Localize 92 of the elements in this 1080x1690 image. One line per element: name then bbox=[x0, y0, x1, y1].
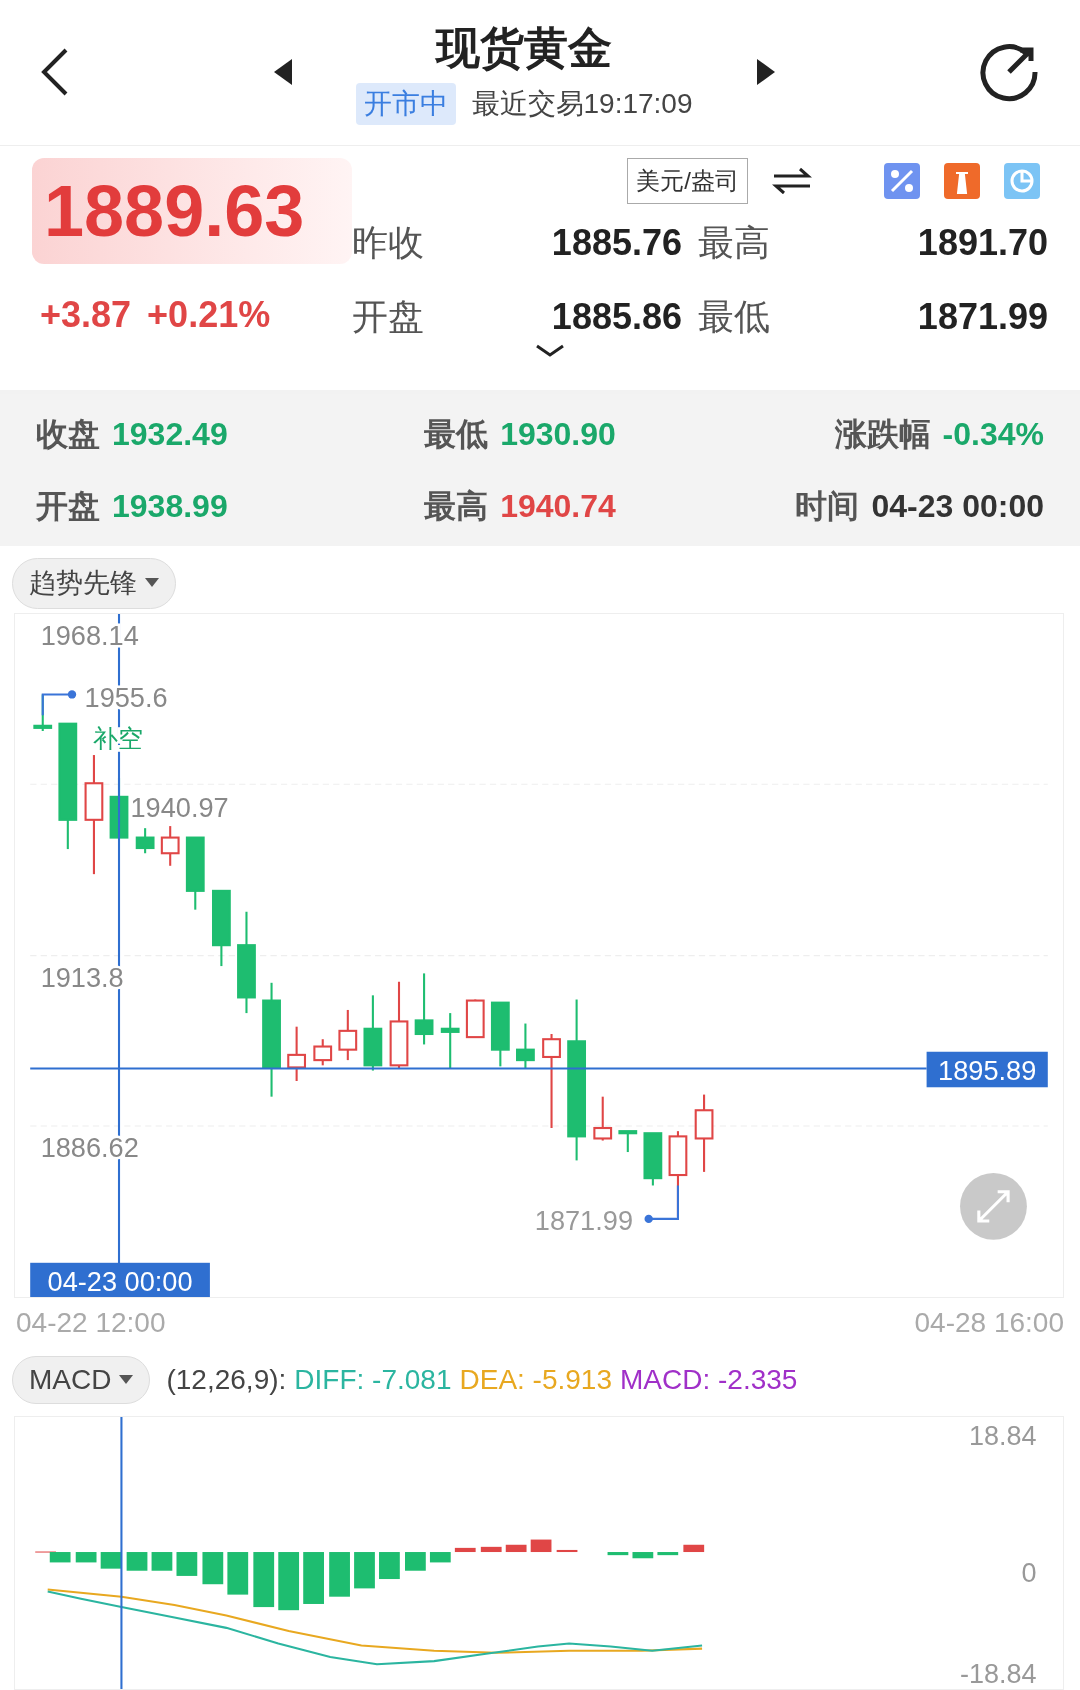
candle bbox=[440, 1012, 460, 1069]
histogram-bar bbox=[354, 1551, 375, 1589]
candle bbox=[313, 1038, 333, 1065]
stat-label: 最高 bbox=[697, 220, 771, 265]
percent-icon[interactable] bbox=[884, 162, 920, 199]
candle bbox=[135, 827, 155, 853]
price-card: 1889.63 bbox=[32, 157, 352, 264]
stat-value: 1885.86 bbox=[550, 294, 682, 339]
info-label: 最高 bbox=[424, 487, 489, 527]
candle bbox=[516, 1023, 535, 1069]
histogram-bar bbox=[454, 1547, 476, 1552]
unit-toggle[interactable]: 美元/盎司 bbox=[627, 157, 748, 204]
back-icon[interactable] bbox=[40, 47, 70, 98]
low-marker-line bbox=[644, 1185, 679, 1223]
histogram-bar bbox=[556, 1549, 578, 1552]
macd-dropdown[interactable]: MACD bbox=[12, 1355, 151, 1404]
low-price-label: 1871.99 bbox=[534, 1205, 633, 1236]
candle bbox=[414, 973, 434, 1045]
histogram-bar bbox=[480, 1546, 502, 1552]
candle bbox=[287, 1026, 307, 1081]
histogram-bar bbox=[75, 1551, 97, 1563]
stat-value: 1885.76 bbox=[550, 220, 682, 265]
macd-value: DIFF: -7.081 bbox=[294, 1362, 452, 1397]
info-label: 开盘 bbox=[36, 487, 100, 527]
histogram-bar bbox=[176, 1551, 198, 1576]
candle bbox=[643, 1131, 663, 1186]
histogram-bar bbox=[303, 1551, 324, 1604]
candle bbox=[618, 1129, 638, 1152]
histogram-bar bbox=[379, 1551, 400, 1579]
candle bbox=[490, 1001, 510, 1066]
time-axis-label: 04-28 16:00 bbox=[914, 1305, 1064, 1340]
histogram-bar bbox=[151, 1551, 173, 1571]
market-status-badge: 开市中 bbox=[355, 82, 456, 125]
price-change-percent: +0.21% bbox=[147, 292, 271, 337]
stat-label: 昨收 bbox=[352, 220, 425, 265]
lighthouse-icon[interactable] bbox=[944, 162, 980, 199]
histogram-bar bbox=[429, 1551, 451, 1563]
info-label: 最低 bbox=[424, 415, 489, 455]
crosshair-time-tag: 04-23 00:00 bbox=[30, 1262, 210, 1297]
candle bbox=[593, 1096, 613, 1141]
info-label: 时间 bbox=[795, 487, 860, 527]
price-axis-label: 1940.97 bbox=[130, 791, 229, 823]
caret-icon bbox=[119, 1374, 134, 1385]
stat-label: 最低 bbox=[697, 294, 771, 339]
candle bbox=[338, 1009, 358, 1060]
current-price-tag: 1895.89 bbox=[926, 1051, 1048, 1087]
histogram-bar bbox=[632, 1551, 654, 1559]
high-marker-line bbox=[41, 689, 77, 715]
histogram-bar bbox=[227, 1551, 249, 1595]
histogram-bar bbox=[405, 1551, 426, 1571]
timer-icon[interactable] bbox=[978, 41, 1040, 104]
stat-label: 开盘 bbox=[352, 294, 425, 339]
previous-icon[interactable] bbox=[273, 59, 292, 86]
histogram-bar bbox=[100, 1551, 122, 1569]
candle bbox=[160, 825, 180, 866]
histogram-bar bbox=[530, 1539, 552, 1552]
info-label: 涨跌幅 bbox=[834, 415, 931, 455]
macd-value: DEA: -5.913 bbox=[459, 1362, 612, 1397]
macd-value: MACD: -2.335 bbox=[620, 1362, 798, 1397]
macd-params: (12,26,9): bbox=[166, 1362, 287, 1397]
histogram-bar bbox=[126, 1551, 148, 1571]
candle bbox=[465, 999, 485, 1038]
macd-axis-label: 18.84 bbox=[968, 1420, 1037, 1451]
last-trade-time: 最近交易19:17:09 bbox=[471, 86, 693, 121]
expand-chevron-icon[interactable] bbox=[535, 343, 565, 358]
histogram-bar bbox=[329, 1551, 350, 1597]
info-value: 1940.74 bbox=[500, 487, 616, 527]
info-value: 1930.90 bbox=[500, 415, 616, 455]
info-value: -0.34% bbox=[942, 415, 1044, 455]
macd-axis-label: -18.84 bbox=[960, 1658, 1037, 1689]
info-value: 04-23 00:00 bbox=[871, 487, 1044, 527]
info-label: 收盘 bbox=[36, 415, 100, 455]
histogram-bar bbox=[505, 1544, 527, 1552]
info-value: 1932.49 bbox=[112, 415, 228, 455]
histogram-bar bbox=[202, 1551, 224, 1585]
stat-value: 1871.99 bbox=[916, 294, 1048, 339]
stat-value: 1891.70 bbox=[916, 220, 1048, 265]
next-icon[interactable] bbox=[756, 59, 775, 86]
caret-icon bbox=[145, 578, 159, 589]
histogram-bar bbox=[607, 1551, 629, 1555]
page-title: 现货黄金 bbox=[436, 21, 612, 74]
indicator-dropdown[interactable]: 趋势先锋 bbox=[12, 558, 176, 609]
histogram-bar bbox=[683, 1544, 705, 1552]
info-value: 1938.99 bbox=[112, 487, 228, 527]
price-change: +3.87 bbox=[40, 292, 132, 337]
histogram-bar bbox=[253, 1551, 275, 1607]
time-axis-label: 04-22 12:00 bbox=[16, 1305, 166, 1340]
histogram-bar bbox=[657, 1551, 679, 1555]
macd-axis-label: 0 bbox=[1021, 1558, 1037, 1588]
histogram-bar bbox=[278, 1551, 300, 1611]
swap-icon[interactable] bbox=[772, 165, 812, 196]
histogram-bar bbox=[49, 1551, 71, 1563]
